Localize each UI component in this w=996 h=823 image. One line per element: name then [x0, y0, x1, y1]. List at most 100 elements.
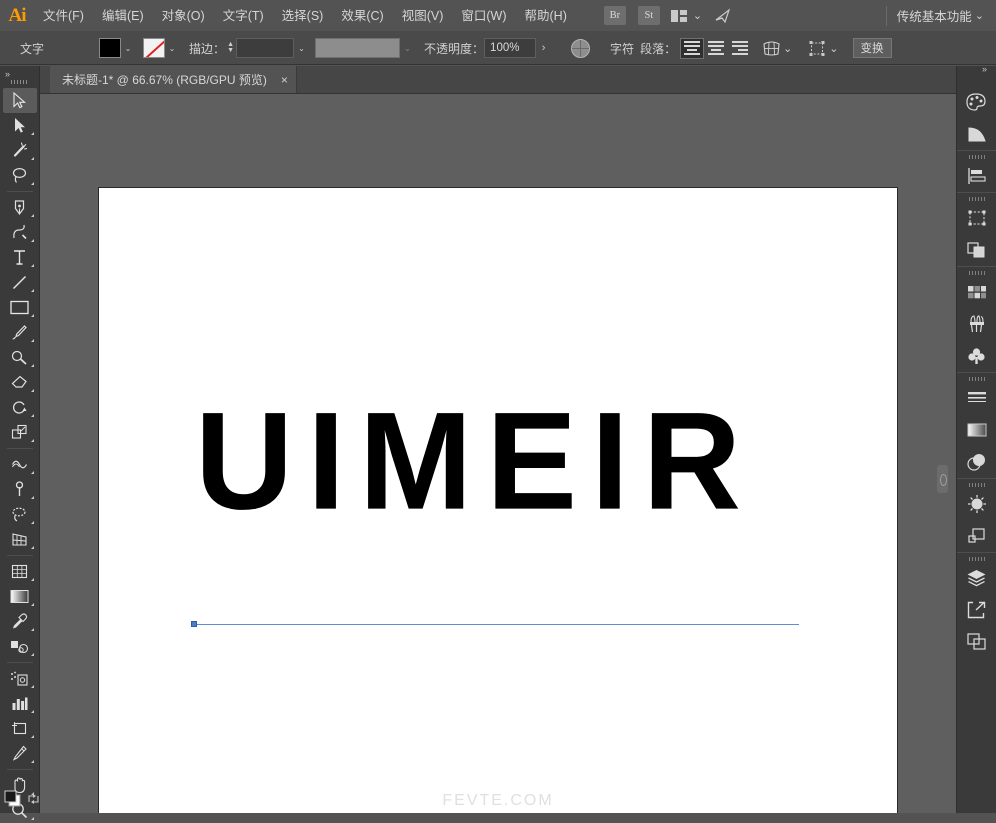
dock-group-grip[interactable]: [968, 557, 985, 561]
stroke-panel-icon[interactable]: [960, 382, 994, 414]
dock-group-grip[interactable]: [968, 197, 985, 201]
text-baseline-selection[interactable]: [194, 624, 799, 625]
fill-stroke-indicator[interactable]: [4, 790, 24, 813]
pathfinder-panel-icon[interactable]: [960, 234, 994, 266]
close-icon[interactable]: ×: [281, 73, 288, 87]
gradient-tool[interactable]: [3, 584, 37, 609]
panel-dock-header[interactable]: »: [957, 65, 996, 86]
fill-chevron-down-icon[interactable]: ⌄: [121, 38, 135, 58]
fill-color-swatch[interactable]: [99, 38, 122, 58]
menu-edit[interactable]: 编辑(E): [93, 0, 153, 32]
type-tool[interactable]: [3, 245, 37, 270]
expand-panel-chevron-icon[interactable]: »: [5, 70, 10, 79]
transform-panel-icon[interactable]: [960, 202, 994, 234]
eyedropper-tool[interactable]: [3, 609, 37, 634]
free-transform-tool[interactable]: [3, 477, 37, 502]
workspace-chevron-down-icon[interactable]: ⌄: [975, 9, 984, 22]
align-left-icon[interactable]: [680, 37, 705, 59]
pen-tool[interactable]: [3, 195, 37, 220]
text-object[interactable]: UIMEIR: [195, 391, 755, 530]
perspective-grid-tool[interactable]: [3, 527, 37, 552]
transparency-panel-icon[interactable]: [960, 488, 994, 520]
paintbrush-tool[interactable]: [3, 320, 37, 345]
swap-fill-stroke-icon[interactable]: [27, 792, 40, 810]
blend-tool[interactable]: [3, 634, 37, 659]
rectangle-tool[interactable]: [3, 295, 37, 320]
direct-selection-tool[interactable]: [3, 113, 37, 138]
envelope-distort-icon[interactable]: [760, 38, 782, 59]
arrange-documents-icon[interactable]: [666, 5, 692, 27]
properties-panel-icon[interactable]: [960, 160, 994, 192]
menu-object[interactable]: 对象(O): [153, 0, 214, 32]
opacity-label: 不透明度：: [424, 41, 485, 56]
stroke-color-swatch[interactable]: [143, 38, 166, 58]
line-segment-tool[interactable]: [3, 270, 37, 295]
column-graph-tool[interactable]: [3, 691, 37, 716]
selection-tool[interactable]: [2, 88, 37, 113]
transform-button[interactable]: 变换: [852, 38, 892, 58]
swatches-panel-icon[interactable]: [960, 276, 994, 308]
graphic-style-icon[interactable]: [571, 38, 591, 58]
shape-builder-tool[interactable]: [3, 502, 37, 527]
artboards-panel-icon[interactable]: [960, 626, 994, 658]
align-right-icon[interactable]: [728, 38, 752, 59]
scale-tool[interactable]: [3, 420, 37, 445]
stroke-weight-chevron-down-icon[interactable]: ⌄: [294, 38, 309, 58]
gradient-panel-icon[interactable]: [960, 414, 994, 446]
character-label[interactable]: 字符: [610, 40, 634, 57]
dock-group-grip[interactable]: [968, 483, 985, 487]
bridge-button[interactable]: Br: [603, 6, 626, 25]
mesh-tool[interactable]: [3, 559, 37, 584]
artboard-tool[interactable]: [3, 716, 37, 741]
lasso-tool[interactable]: [3, 163, 37, 188]
layers-panel-icon[interactable]: [960, 562, 994, 594]
workspace-selector[interactable]: 传统基本功能: [897, 6, 974, 25]
document-tab[interactable]: 未标题-1* @ 66.67% (RGB/GPU 预览) ×: [50, 66, 297, 93]
curvature-tool[interactable]: [3, 220, 37, 245]
paragraph-label[interactable]: 段落：: [640, 40, 676, 57]
canvas-area[interactable]: UIMEIR 飞特网: [40, 94, 956, 813]
stroke-weight-stepper[interactable]: ▲ ▼: [225, 38, 236, 58]
arrange-chevron-down-icon[interactable]: ⌄: [693, 9, 702, 22]
opacity-more-icon[interactable]: ›: [536, 38, 551, 58]
menu-type[interactable]: 文字(T): [214, 0, 273, 32]
select-similar-icon[interactable]: [806, 38, 828, 59]
collapsed-panel-handle[interactable]: [937, 465, 948, 493]
menu-select[interactable]: 选择(S): [273, 0, 333, 32]
shaper-pencil-tool[interactable]: [3, 345, 37, 370]
stock-rocket-icon[interactable]: [710, 5, 736, 27]
slice-tool[interactable]: [3, 741, 37, 766]
symbol-sprayer-tool[interactable]: [3, 666, 37, 691]
collapse-dock-chevron-icon[interactable]: »: [982, 65, 987, 74]
dock-group-grip[interactable]: [968, 271, 985, 275]
stroke-chevron-down-icon[interactable]: ⌄: [165, 38, 179, 58]
envelope-chevron-down-icon[interactable]: ⌄: [783, 42, 792, 55]
tools-panel-grip[interactable]: [10, 80, 29, 84]
align-panel-icon[interactable]: [960, 520, 994, 552]
opacity-input[interactable]: 100%: [484, 38, 537, 58]
align-center-icon[interactable]: [704, 38, 728, 59]
menu-file[interactable]: 文件(F): [34, 0, 93, 32]
symbols-panel-icon[interactable]: [960, 340, 994, 372]
tools-panel-header[interactable]: »: [0, 66, 39, 88]
menu-help[interactable]: 帮助(H): [516, 0, 576, 32]
artboard[interactable]: UIMEIR 飞特网: [98, 187, 898, 813]
color-panel-icon[interactable]: [960, 86, 994, 118]
stroke-weight-input[interactable]: [236, 38, 295, 58]
asset-export-panel-icon[interactable]: [960, 594, 994, 626]
brushes-panel-icon[interactable]: [960, 308, 994, 340]
menu-window[interactable]: 窗口(W): [452, 0, 515, 32]
menu-view[interactable]: 视图(V): [393, 0, 453, 32]
appearance-panel-icon[interactable]: [960, 446, 994, 478]
dock-group-grip[interactable]: [968, 377, 985, 381]
eraser-tool[interactable]: [3, 370, 37, 395]
stock-button[interactable]: St: [637, 6, 660, 25]
color-guide-panel-icon[interactable]: [960, 118, 994, 150]
magic-wand-tool[interactable]: [3, 138, 37, 163]
dock-group-grip[interactable]: [968, 155, 985, 159]
rotate-tool[interactable]: [3, 395, 37, 420]
select-similar-chevron-down-icon[interactable]: ⌄: [829, 42, 838, 55]
text-anchor-point[interactable]: [191, 621, 197, 627]
width-tool[interactable]: [3, 452, 37, 477]
menu-effect[interactable]: 效果(C): [332, 0, 392, 32]
